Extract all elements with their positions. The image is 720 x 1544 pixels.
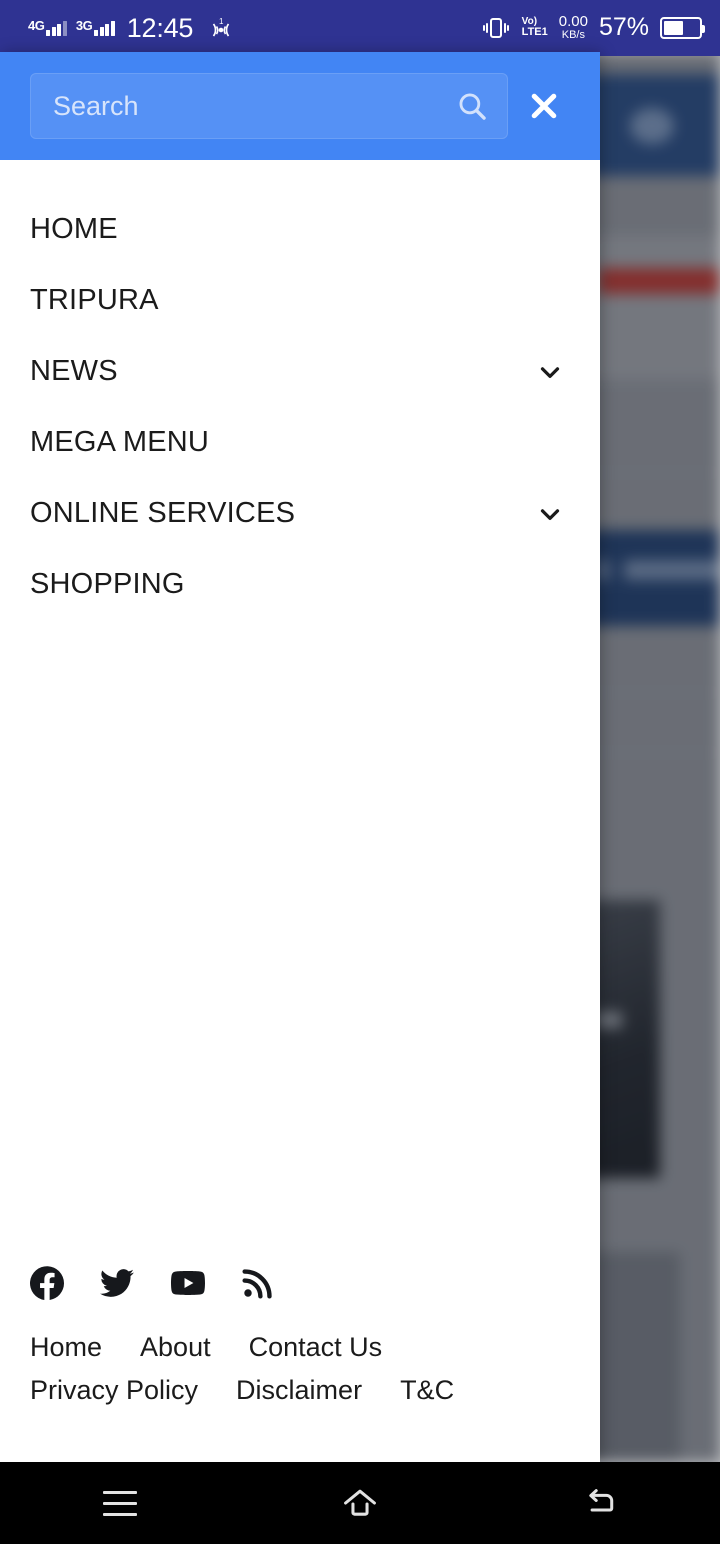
drawer-footer: Home About Contact Us Privacy Policy Dis… bbox=[0, 1266, 600, 1462]
search-input[interactable] bbox=[53, 90, 455, 122]
search-icon[interactable] bbox=[455, 89, 489, 123]
footer-link-home[interactable]: Home bbox=[30, 1332, 102, 1363]
status-clock: 12:45 bbox=[126, 12, 194, 43]
footer-link-about[interactable]: About bbox=[140, 1332, 211, 1363]
menu-item-label: TRIPURA bbox=[30, 284, 159, 316]
menu-item-tripura[interactable]: TRIPURA bbox=[0, 265, 600, 336]
phone-screen: 4G 3G 12:45 1 Vo) LTE1 0.00 KB/s 57% Sea… bbox=[0, 0, 720, 1544]
data-rate-value: 0.00 bbox=[558, 13, 588, 31]
signal-4g-icon: 4G bbox=[28, 17, 67, 36]
battery-percentage: 57% bbox=[598, 13, 649, 42]
data-rate-unit: KB/s bbox=[561, 29, 585, 42]
system-navigation-bar bbox=[0, 1462, 720, 1544]
drawer-menu-list: HOME TRIPURA NEWS MEGA MENU ONLINE SERVI… bbox=[0, 160, 600, 620]
facebook-icon[interactable] bbox=[30, 1266, 64, 1300]
battery-icon bbox=[660, 16, 705, 39]
menu-item-label: HOME bbox=[30, 213, 118, 245]
menu-item-label: SHOPPING bbox=[30, 568, 185, 600]
chevron-down-icon[interactable] bbox=[528, 492, 572, 536]
social-links-row bbox=[30, 1266, 570, 1332]
data-rate-indicator: 0.00 KB/s bbox=[559, 14, 588, 41]
status-bar: 4G 3G 12:45 1 Vo) LTE1 0.00 KB/s 57% bbox=[0, 0, 720, 56]
search-field[interactable] bbox=[30, 73, 508, 139]
close-icon bbox=[531, 93, 557, 119]
youtube-icon[interactable] bbox=[170, 1266, 206, 1300]
footer-links-row-2: Privacy Policy Disclaimer T&C bbox=[30, 1375, 570, 1418]
menu-item-home[interactable]: HOME bbox=[0, 194, 600, 265]
svg-text:1: 1 bbox=[219, 17, 224, 26]
recents-icon bbox=[103, 1490, 137, 1516]
footer-link-tc[interactable]: T&C bbox=[400, 1375, 454, 1406]
chevron-down-icon[interactable] bbox=[528, 350, 572, 394]
home-button[interactable] bbox=[240, 1462, 480, 1544]
menu-item-label: NEWS bbox=[30, 355, 118, 387]
twitter-icon[interactable] bbox=[100, 1266, 134, 1300]
rss-icon[interactable] bbox=[242, 1267, 274, 1299]
footer-link-contact-us[interactable]: Contact Us bbox=[249, 1332, 383, 1363]
footer-link-privacy-policy[interactable]: Privacy Policy bbox=[30, 1375, 198, 1406]
recents-button[interactable] bbox=[0, 1462, 240, 1544]
menu-item-label: ONLINE SERVICES bbox=[30, 497, 296, 529]
footer-link-disclaimer[interactable]: Disclaimer bbox=[236, 1375, 362, 1406]
home-icon bbox=[344, 1489, 376, 1516]
back-button[interactable] bbox=[480, 1462, 720, 1544]
back-icon bbox=[589, 1489, 614, 1512]
volte-line-2: LTE1 bbox=[521, 26, 548, 39]
menu-item-news[interactable]: NEWS bbox=[0, 336, 600, 407]
footer-links-row-1: Home About Contact Us bbox=[30, 1332, 570, 1375]
hotspot-icon: 1 bbox=[210, 17, 234, 39]
navigation-drawer: HOME TRIPURA NEWS MEGA MENU ONLINE SERVI… bbox=[0, 52, 600, 1462]
signal-3g-icon: 3G bbox=[75, 17, 115, 36]
volte-indicator: Vo) LTE1 bbox=[522, 17, 548, 38]
vibrate-icon bbox=[481, 15, 511, 41]
menu-item-online-services[interactable]: ONLINE SERVICES bbox=[0, 478, 600, 549]
network-type-1-label: 4G bbox=[28, 17, 45, 33]
menu-item-mega-menu[interactable]: MEGA MENU bbox=[0, 407, 600, 478]
drawer-spacer bbox=[0, 620, 600, 1266]
menu-item-label: MEGA MENU bbox=[30, 426, 210, 458]
search-header bbox=[0, 52, 600, 160]
close-drawer-button[interactable] bbox=[508, 70, 580, 142]
menu-item-shopping[interactable]: SHOPPING bbox=[0, 549, 600, 620]
network-type-2-label: 3G bbox=[75, 17, 93, 33]
